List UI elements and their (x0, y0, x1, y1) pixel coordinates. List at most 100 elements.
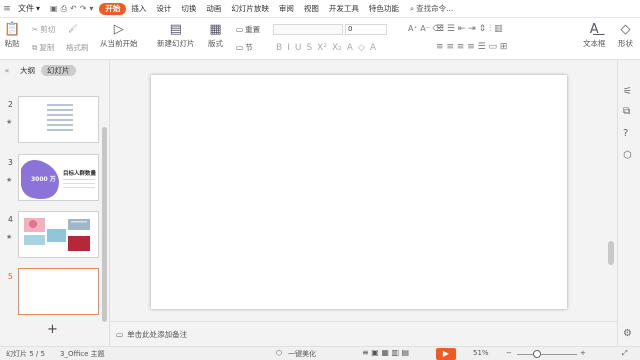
play-button[interactable]: ▶ (436, 348, 456, 360)
reset-label: 重置 (245, 25, 261, 34)
text-box-icon: A͟ (589, 22, 599, 37)
tab-design[interactable]: 设计 (151, 0, 176, 18)
tab-review[interactable]: 审阅 (274, 0, 299, 18)
paste-button[interactable]: 📋 粘贴 (4, 22, 20, 49)
menu-icon[interactable]: ≡ (0, 0, 14, 18)
help-icon[interactable]: ? (623, 128, 628, 139)
play-from-current-button[interactable]: ▷ 从当前开始 (100, 22, 138, 49)
file-menu-label: 文件 (18, 4, 34, 13)
slide-preview (18, 96, 99, 143)
font-family-select[interactable] (273, 24, 343, 35)
highlight-icon[interactable]: A (370, 43, 376, 53)
view-mode-icons[interactable]: ≡ ▣ ▦ ▥ ▤ (362, 348, 409, 357)
add-slide-button[interactable]: + (47, 322, 58, 337)
slide-panel: « 大纲 幻灯片 2 ★ 3 ★ 3000 万 目标人群数量 4 ★ 5 + (0, 60, 110, 346)
star-icon: ★ (6, 118, 13, 126)
save-icon[interactable]: ▣ (50, 4, 58, 13)
beautify-button[interactable]: 一键美化 (288, 349, 316, 359)
superscript-icon[interactable]: X² (317, 43, 327, 53)
print-icon[interactable]: ⎙ (61, 4, 67, 14)
ribbon: 📋 粘贴 ✂ 剪切 ⧉ 复制 🖌 格式刷 ▷ 从当前开始 ▤ 新建幻灯片 ▦ 版式 ▭ 重置 … (0, 18, 640, 60)
ribbon-tabs: 开始 插入 设计 切换 动画 幻灯片放映 审阅 视图 开发工具 特色功能 (99, 0, 404, 18)
slide-number: 3 (8, 158, 13, 167)
command-search[interactable]: ⌕ 查找命令... (410, 3, 453, 14)
list-icons[interactable]: ☰ ☰ ⇤ ⇥ ⇕ ⫶ ▥ (436, 24, 503, 34)
tab-transitions[interactable]: 切换 (176, 0, 201, 18)
tab-slideshow[interactable]: 幻灯片放映 (226, 0, 274, 18)
collapse-icon[interactable]: « (0, 66, 14, 75)
zoom-slider[interactable] (517, 354, 577, 355)
slide-canvas[interactable] (151, 75, 567, 309)
redo-icon[interactable]: ↷ (80, 4, 87, 13)
section-label: 节 (245, 43, 253, 52)
format-painter-icon[interactable]: 🖌 (68, 24, 78, 33)
shape-button[interactable]: ◇ 形状 (618, 22, 633, 49)
section-button[interactable]: ▭ 节 (236, 42, 253, 53)
tab-insert[interactable]: 插入 (126, 0, 151, 18)
canvas-scrollbar[interactable] (607, 75, 615, 321)
new-slide-button[interactable]: ▤ 新建幻灯片 (157, 22, 195, 49)
zoom-out-icon[interactable]: − (506, 349, 512, 357)
align-icons[interactable]: ≡ ≡ ≡ ≡ ☰ ▭ ⊞ (436, 42, 507, 52)
tab-home[interactable]: 开始 (99, 2, 127, 15)
underline-icon[interactable]: U (295, 43, 302, 53)
panel-scrollbar[interactable] (102, 127, 107, 322)
subscript-icon[interactable]: X₂ (332, 43, 342, 53)
tab-developer[interactable]: 开发工具 (324, 0, 364, 18)
panel-tabs: « 大纲 幻灯片 (0, 63, 109, 77)
zoom-in-icon[interactable]: + (580, 349, 586, 357)
reset-button[interactable]: ▭ 重置 (236, 24, 260, 35)
font-size-input[interactable]: 0 (345, 24, 387, 35)
file-menu[interactable]: 文件 ▾ (14, 3, 44, 14)
text-box-button[interactable]: A͟ 文本框 (583, 22, 606, 49)
tab-view[interactable]: 视图 (299, 0, 324, 18)
layout-icon: ▦ (209, 22, 222, 37)
format-painter-button[interactable]: 格式刷 (66, 42, 89, 53)
copy-button[interactable]: ⧉ 复制 (32, 42, 54, 53)
strikethrough-icon[interactable]: S (306, 43, 312, 53)
slide-preview (18, 211, 99, 258)
fit-window-icon[interactable]: ⤢ (622, 349, 628, 358)
zoom-slider-knob[interactable] (533, 350, 541, 358)
paste-label: 粘贴 (4, 39, 20, 48)
layout-button[interactable]: ▦ 版式 (208, 22, 223, 49)
slide-thumbnail-4[interactable]: 4 ★ (0, 211, 110, 261)
font-color-icon[interactable]: A (347, 43, 353, 53)
properties-icon[interactable]: ⚟ (623, 86, 632, 97)
tab-animations[interactable]: 动画 (201, 0, 226, 18)
play-circle-icon: ▷ (113, 22, 124, 37)
bold-icon[interactable]: B (276, 43, 282, 53)
slide-thumbnail-3[interactable]: 3 ★ 3000 万 目标人群数量 (0, 154, 110, 204)
tab-slides[interactable]: 幻灯片 (41, 64, 76, 76)
cube-icon[interactable]: ⬡ (623, 150, 632, 161)
shape-icon: ◇ (620, 22, 631, 37)
new-slide-label: 新建幻灯片 (157, 39, 195, 48)
tab-outline[interactable]: 大纲 (14, 65, 41, 76)
slide-title: 目标人群数量 (63, 171, 97, 177)
chevron-down-icon: ▾ (36, 4, 41, 13)
undo-icon[interactable]: ↶ (70, 4, 77, 13)
slide-thumbnail-2[interactable]: 2 ★ (0, 96, 110, 146)
agenda-lines-graphic (47, 104, 73, 131)
star-icon: ★ (6, 176, 13, 184)
chevron-down-icon[interactable]: ▾ (89, 4, 93, 13)
notes-bar[interactable]: ▭ 单击此处添加备注 (110, 321, 617, 346)
scroll-thumb[interactable] (608, 241, 614, 265)
shape-label: 形状 (618, 39, 633, 48)
quick-access-toolbar: ▣ ⎙ ↶ ↷ ▾ (50, 4, 93, 14)
italic-icon[interactable]: I (287, 43, 290, 53)
menu-bar: ≡ 文件 ▾ ▣ ⎙ ↶ ↷ ▾ 开始 插入 设计 切换 动画 幻灯片放映 审阅 … (0, 0, 640, 18)
beautify-icon[interactable]: ⬡ (276, 349, 282, 357)
clear-format-icon[interactable]: ◇ (358, 43, 365, 53)
paste-icon: 📋 (4, 22, 21, 37)
tab-special[interactable]: 特色功能 (364, 0, 404, 18)
settings-icon[interactable]: ⚙ (623, 328, 632, 339)
cut-button[interactable]: ✂ 剪切 (32, 24, 55, 35)
play-from-current-label: 从当前开始 (100, 39, 138, 48)
copy-icon[interactable]: ⧉ (623, 106, 630, 117)
target-count-badge: 3000 万 (31, 176, 56, 183)
slide-thumbnail-5[interactable]: 5 (0, 268, 110, 318)
zoom-level[interactable]: 51% (473, 349, 489, 357)
notes-icon: ▭ (116, 329, 124, 339)
reset-icon: ▭ (236, 25, 244, 34)
